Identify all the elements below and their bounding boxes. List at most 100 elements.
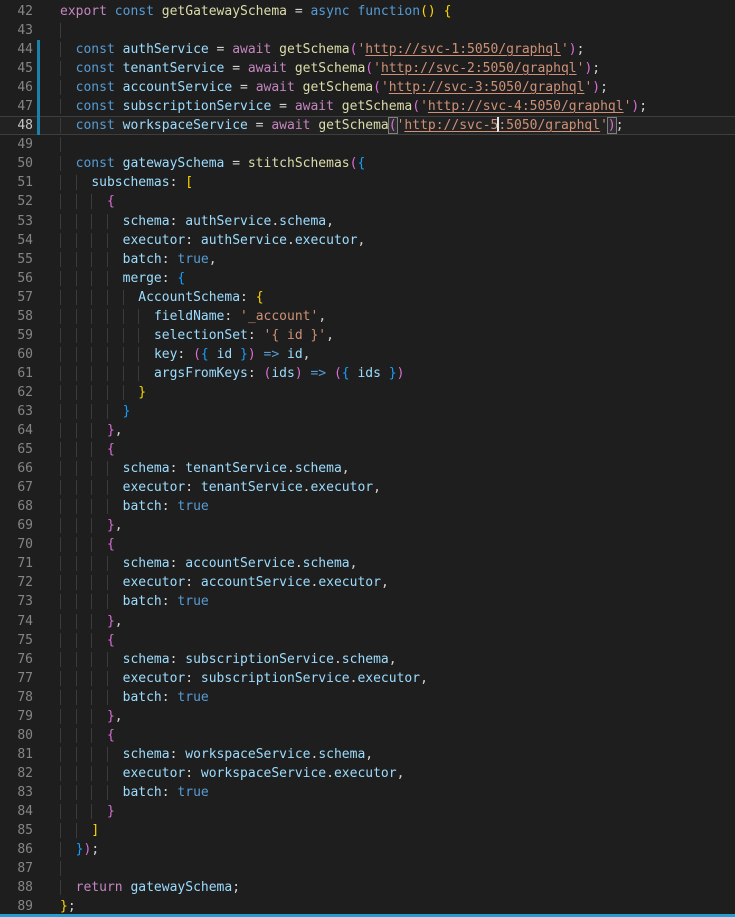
line-number[interactable]: 53 bbox=[0, 212, 33, 231]
code-token: executor bbox=[123, 575, 186, 590]
code-line[interactable]: 83 batch: true bbox=[0, 783, 735, 802]
line-number[interactable]: 83 bbox=[0, 783, 33, 802]
code-line[interactable]: 42export const getGatewaySchema = async … bbox=[0, 2, 735, 21]
code-line[interactable]: 57 AccountSchema: { bbox=[0, 288, 735, 307]
code-line[interactable]: 69 }, bbox=[0, 516, 735, 535]
code-line[interactable]: 79 }, bbox=[0, 707, 735, 726]
line-number[interactable]: 62 bbox=[0, 383, 33, 402]
line-number[interactable]: 43 bbox=[0, 21, 33, 40]
code-line[interactable]: 61 argsFromKeys: (ids) => ({ ids }) bbox=[0, 364, 735, 383]
indent-guide bbox=[107, 252, 123, 267]
code-line[interactable]: 43 bbox=[0, 21, 735, 40]
code-line[interactable]: 85 ] bbox=[0, 821, 735, 840]
line-number[interactable]: 73 bbox=[0, 592, 33, 611]
code-line[interactable]: 71 schema: accountService.schema, bbox=[0, 554, 735, 573]
line-number[interactable]: 81 bbox=[0, 745, 33, 764]
line-number[interactable]: 47 bbox=[0, 97, 33, 116]
code-line[interactable]: 56 merge: { bbox=[0, 269, 735, 288]
line-number[interactable]: 84 bbox=[0, 802, 33, 821]
code-line[interactable]: 80 { bbox=[0, 726, 735, 745]
code-token: : bbox=[162, 499, 178, 514]
code-line[interactable]: 48 const workspaceService = await getSch… bbox=[0, 116, 735, 135]
code-token: ( bbox=[389, 118, 397, 133]
line-number[interactable]: 51 bbox=[0, 173, 33, 192]
line-number[interactable]: 77 bbox=[0, 669, 33, 688]
code-line[interactable]: 86 }); bbox=[0, 840, 735, 859]
line-number[interactable]: 80 bbox=[0, 726, 33, 745]
line-number[interactable]: 55 bbox=[0, 250, 33, 269]
code-line[interactable]: 64 }, bbox=[0, 421, 735, 440]
line-number[interactable]: 65 bbox=[0, 440, 33, 459]
line-number[interactable]: 66 bbox=[0, 459, 33, 478]
code-line[interactable]: 78 batch: true bbox=[0, 688, 735, 707]
line-number[interactable]: 86 bbox=[0, 840, 33, 859]
line-number[interactable]: 70 bbox=[0, 535, 33, 554]
line-number[interactable]: 54 bbox=[0, 231, 33, 250]
code-line[interactable]: 55 batch: true, bbox=[0, 250, 735, 269]
code-line[interactable]: 58 fieldName: '_account', bbox=[0, 307, 735, 326]
line-number[interactable]: 61 bbox=[0, 364, 33, 383]
line-number[interactable]: 48 bbox=[0, 116, 33, 135]
line-number[interactable]: 50 bbox=[0, 154, 33, 173]
line-number[interactable]: 49 bbox=[0, 135, 33, 154]
code-line[interactable]: 65 { bbox=[0, 440, 735, 459]
line-number[interactable]: 58 bbox=[0, 307, 33, 326]
code-line[interactable]: 54 executor: authService.executor, bbox=[0, 231, 735, 250]
line-number[interactable]: 46 bbox=[0, 78, 33, 97]
line-number[interactable]: 56 bbox=[0, 269, 33, 288]
code-line[interactable]: 62 } bbox=[0, 383, 735, 402]
code-line[interactable]: 76 schema: subscriptionService.schema, bbox=[0, 650, 735, 669]
code-line[interactable]: 68 batch: true bbox=[0, 497, 735, 516]
code-line[interactable]: 53 schema: authService.schema, bbox=[0, 212, 735, 231]
code-line[interactable]: 70 { bbox=[0, 535, 735, 554]
code-line[interactable]: 73 batch: true bbox=[0, 592, 735, 611]
code-token: , bbox=[115, 423, 123, 438]
line-number[interactable]: 67 bbox=[0, 478, 33, 497]
code-line[interactable]: 44 const authService = await getSchema('… bbox=[0, 40, 735, 59]
code-line[interactable]: 49 bbox=[0, 135, 735, 154]
code-line[interactable]: 47 const subscriptionService = await get… bbox=[0, 97, 735, 116]
line-number[interactable]: 74 bbox=[0, 612, 33, 631]
code-line[interactable]: 88 return gatewaySchema; bbox=[0, 878, 735, 897]
line-number[interactable]: 75 bbox=[0, 631, 33, 650]
line-number[interactable]: 52 bbox=[0, 192, 33, 211]
line-number[interactable]: 57 bbox=[0, 288, 33, 307]
line-number[interactable]: 42 bbox=[0, 2, 33, 21]
code-line[interactable]: 46 const accountService = await getSchem… bbox=[0, 78, 735, 97]
line-number[interactable]: 76 bbox=[0, 650, 33, 669]
line-number[interactable]: 60 bbox=[0, 345, 33, 364]
line-number[interactable]: 88 bbox=[0, 878, 33, 897]
line-number[interactable]: 64 bbox=[0, 421, 33, 440]
line-number[interactable]: 82 bbox=[0, 764, 33, 783]
code-line[interactable]: 63 } bbox=[0, 402, 735, 421]
code-line[interactable]: 75 { bbox=[0, 631, 735, 650]
code-line[interactable]: 81 schema: workspaceService.schema, bbox=[0, 745, 735, 764]
line-number[interactable]: 71 bbox=[0, 554, 33, 573]
line-number[interactable]: 79 bbox=[0, 707, 33, 726]
code-line[interactable]: 60 key: ({ id }) => id, bbox=[0, 345, 735, 364]
code-line[interactable]: 66 schema: tenantService.schema, bbox=[0, 459, 735, 478]
code-line[interactable]: 67 executor: tenantService.executor, bbox=[0, 478, 735, 497]
line-number[interactable]: 69 bbox=[0, 516, 33, 535]
line-number[interactable]: 72 bbox=[0, 573, 33, 592]
code-line[interactable]: 77 executor: subscriptionService.executo… bbox=[0, 669, 735, 688]
code-line[interactable]: 87 bbox=[0, 859, 735, 878]
code-line[interactable]: 45 const tenantService = await getSchema… bbox=[0, 59, 735, 78]
code-line[interactable]: 74 }, bbox=[0, 612, 735, 631]
line-number[interactable]: 59 bbox=[0, 326, 33, 345]
code-line[interactable]: 51 subschemas: [ bbox=[0, 173, 735, 192]
code-line[interactable]: 52 { bbox=[0, 192, 735, 211]
code-line[interactable]: 50 const gatewaySchema = stitchSchemas({ bbox=[0, 154, 735, 173]
code-line[interactable]: 84 } bbox=[0, 802, 735, 821]
code-line[interactable]: 59 selectionSet: '{ id }', bbox=[0, 326, 735, 345]
code-line[interactable]: 72 executor: accountService.executor, bbox=[0, 573, 735, 592]
code-line[interactable]: 82 executor: workspaceService.executor, bbox=[0, 764, 735, 783]
line-number[interactable]: 85 bbox=[0, 821, 33, 840]
line-number[interactable]: 87 bbox=[0, 859, 33, 878]
line-number[interactable]: 78 bbox=[0, 688, 33, 707]
line-number[interactable]: 45 bbox=[0, 59, 33, 78]
line-number[interactable]: 68 bbox=[0, 497, 33, 516]
line-number[interactable]: 44 bbox=[0, 40, 33, 59]
line-number[interactable]: 63 bbox=[0, 402, 33, 421]
code-token: batch bbox=[123, 785, 162, 800]
